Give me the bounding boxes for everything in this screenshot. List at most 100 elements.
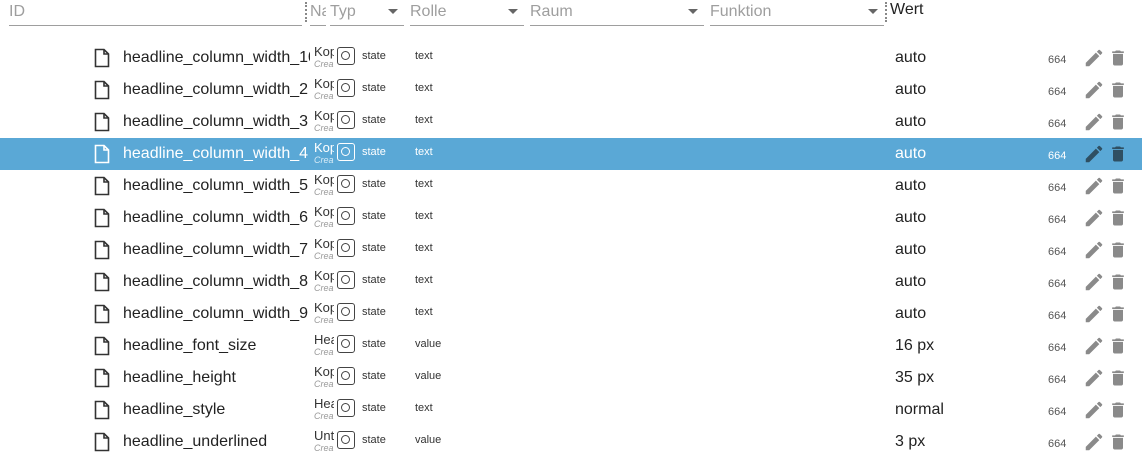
table-row[interactable]: headline_column_width_3 Kop Crea state text a… (0, 106, 1142, 138)
function-filter-select[interactable]: Funktion (710, 0, 884, 26)
object-value[interactable]: auto (895, 208, 926, 228)
object-id[interactable]: headline_column_width_5 (123, 176, 310, 196)
state-type-icon (337, 271, 355, 289)
edit-pencil-icon[interactable] (1083, 239, 1105, 261)
table-row[interactable]: headline_column_width_7 Kop Crea state text a… (0, 234, 1142, 266)
object-acl: 664 (1048, 214, 1067, 226)
object-name: KopCrea (314, 236, 334, 262)
delete-trash-icon[interactable] (1108, 111, 1128, 133)
file-icon (94, 208, 110, 228)
edit-pencil-icon[interactable] (1083, 143, 1105, 165)
object-name-text: Kop (314, 108, 334, 123)
edit-pencil-icon[interactable] (1083, 367, 1105, 389)
edit-pencil-icon[interactable] (1083, 175, 1105, 197)
delete-trash-icon[interactable] (1108, 143, 1128, 165)
object-value[interactable]: auto (895, 176, 926, 196)
object-name-subtext: Crea (314, 251, 334, 261)
delete-trash-icon[interactable] (1108, 271, 1128, 293)
object-name: HeaCrea (314, 332, 334, 358)
edit-pencil-icon[interactable] (1083, 47, 1105, 69)
delete-trash-icon[interactable] (1108, 431, 1128, 453)
table-row[interactable]: headline_column_width_8 Kop Crea state text a… (0, 266, 1142, 298)
delete-trash-icon[interactable] (1108, 47, 1128, 69)
table-row[interactable]: headline_column_width_5 Kop Crea state text a… (0, 170, 1142, 202)
object-value[interactable]: auto (895, 80, 926, 100)
delete-trash-icon[interactable] (1108, 79, 1128, 101)
object-id[interactable]: headline_height (123, 368, 310, 388)
object-value[interactable]: auto (895, 240, 926, 260)
edit-pencil-icon[interactable] (1083, 271, 1105, 293)
room-filter-select[interactable]: Raum (530, 0, 704, 26)
object-id[interactable]: headline_column_width_2 (123, 80, 310, 100)
edit-pencil-icon[interactable] (1083, 303, 1105, 325)
column-resize-handle[interactable] (885, 2, 887, 22)
type-filter-label: Typ (330, 3, 356, 20)
object-id[interactable]: headline_column_width_7 (123, 240, 310, 260)
object-role: text (415, 178, 433, 190)
object-type: state (362, 338, 386, 350)
name-filter-label: Na (310, 3, 326, 20)
table-row[interactable]: headline_column_width_9 Kop Crea state text a… (0, 298, 1142, 330)
table-row[interactable]: headline_column_width_2 Kop Crea state text a… (0, 74, 1142, 106)
object-value[interactable]: auto (895, 304, 926, 324)
object-value[interactable]: 16 px (895, 336, 934, 356)
object-value[interactable]: auto (895, 48, 926, 68)
object-type: state (362, 274, 386, 286)
object-id[interactable]: headline_column_width_8 (123, 272, 310, 292)
delete-trash-icon[interactable] (1108, 239, 1128, 261)
role-filter-select[interactable]: Rolle (410, 0, 524, 26)
object-value[interactable]: 35 px (895, 368, 934, 388)
object-id[interactable]: headline_style (123, 400, 310, 420)
object-id[interactable]: headline_font_size (123, 336, 310, 356)
object-type: state (362, 114, 386, 126)
object-role: text (415, 114, 433, 126)
state-type-icon (337, 175, 355, 193)
delete-trash-icon[interactable] (1108, 175, 1128, 197)
object-name-text: Kop (314, 172, 334, 187)
table-row[interactable]: headline_height Kop Crea state value 35 px 664 (0, 362, 1142, 394)
edit-pencil-icon[interactable] (1083, 79, 1105, 101)
object-value[interactable]: auto (895, 112, 926, 132)
table-row[interactable]: headline_font_sizeHeaCreastatevalue16 px… (0, 330, 1142, 362)
value-column-header: Wert (890, 1, 924, 18)
object-id[interactable]: headline_column_width_6 (123, 208, 310, 228)
object-name-subtext: Crea (314, 123, 334, 133)
object-id[interactable]: headline_column_width_4 (123, 144, 310, 164)
object-id[interactable]: headline_column_width_3 (123, 112, 310, 132)
edit-pencil-icon[interactable] (1083, 207, 1105, 229)
object-name-text: Kop (314, 300, 334, 315)
table-row[interactable]: headline_column_width_6 Kop Crea state text a… (0, 202, 1142, 234)
table-row[interactable]: headline_underlined Unt Crea state value 3 px… (0, 426, 1142, 458)
delete-trash-icon[interactable] (1108, 207, 1128, 229)
object-type: state (362, 82, 386, 94)
object-name: KopCrea (314, 76, 334, 102)
state-type-icon (337, 207, 355, 225)
object-role: text (415, 146, 433, 158)
name-filter-input[interactable]: Na (310, 0, 326, 26)
object-role: value (415, 434, 442, 446)
object-value[interactable]: auto (895, 144, 926, 164)
table-row[interactable]: headline_styleHeaCreastatetextnormal664 (0, 394, 1142, 426)
object-role: value (415, 370, 442, 382)
column-resize-handle[interactable] (305, 2, 307, 22)
edit-pencil-icon[interactable] (1083, 111, 1105, 133)
edit-pencil-icon[interactable] (1083, 431, 1105, 453)
delete-trash-icon[interactable] (1108, 303, 1128, 325)
object-name: Unt Crea (314, 428, 334, 454)
id-filter-input[interactable]: ID (9, 0, 302, 26)
object-value[interactable]: 3 px (895, 432, 925, 452)
object-value[interactable]: normal (895, 400, 944, 420)
delete-trash-icon[interactable] (1108, 367, 1128, 389)
object-value[interactable]: auto (895, 272, 926, 292)
table-row[interactable]: headline_column_width_10 Kop Crea state text… (0, 42, 1142, 74)
object-id[interactable]: headline_underlined (123, 432, 310, 452)
object-type: state (362, 50, 386, 62)
object-id[interactable]: headline_column_width_9 (123, 304, 310, 324)
delete-trash-icon[interactable] (1108, 335, 1128, 357)
delete-trash-icon[interactable] (1108, 399, 1128, 421)
edit-pencil-icon[interactable] (1083, 399, 1105, 421)
type-filter-select[interactable]: Typ (330, 0, 404, 26)
edit-pencil-icon[interactable] (1083, 335, 1105, 357)
table-row[interactable]: headline_column_width_4 Kop Crea state text a… (0, 138, 1142, 170)
object-id[interactable]: headline_column_width_10 (123, 48, 310, 68)
